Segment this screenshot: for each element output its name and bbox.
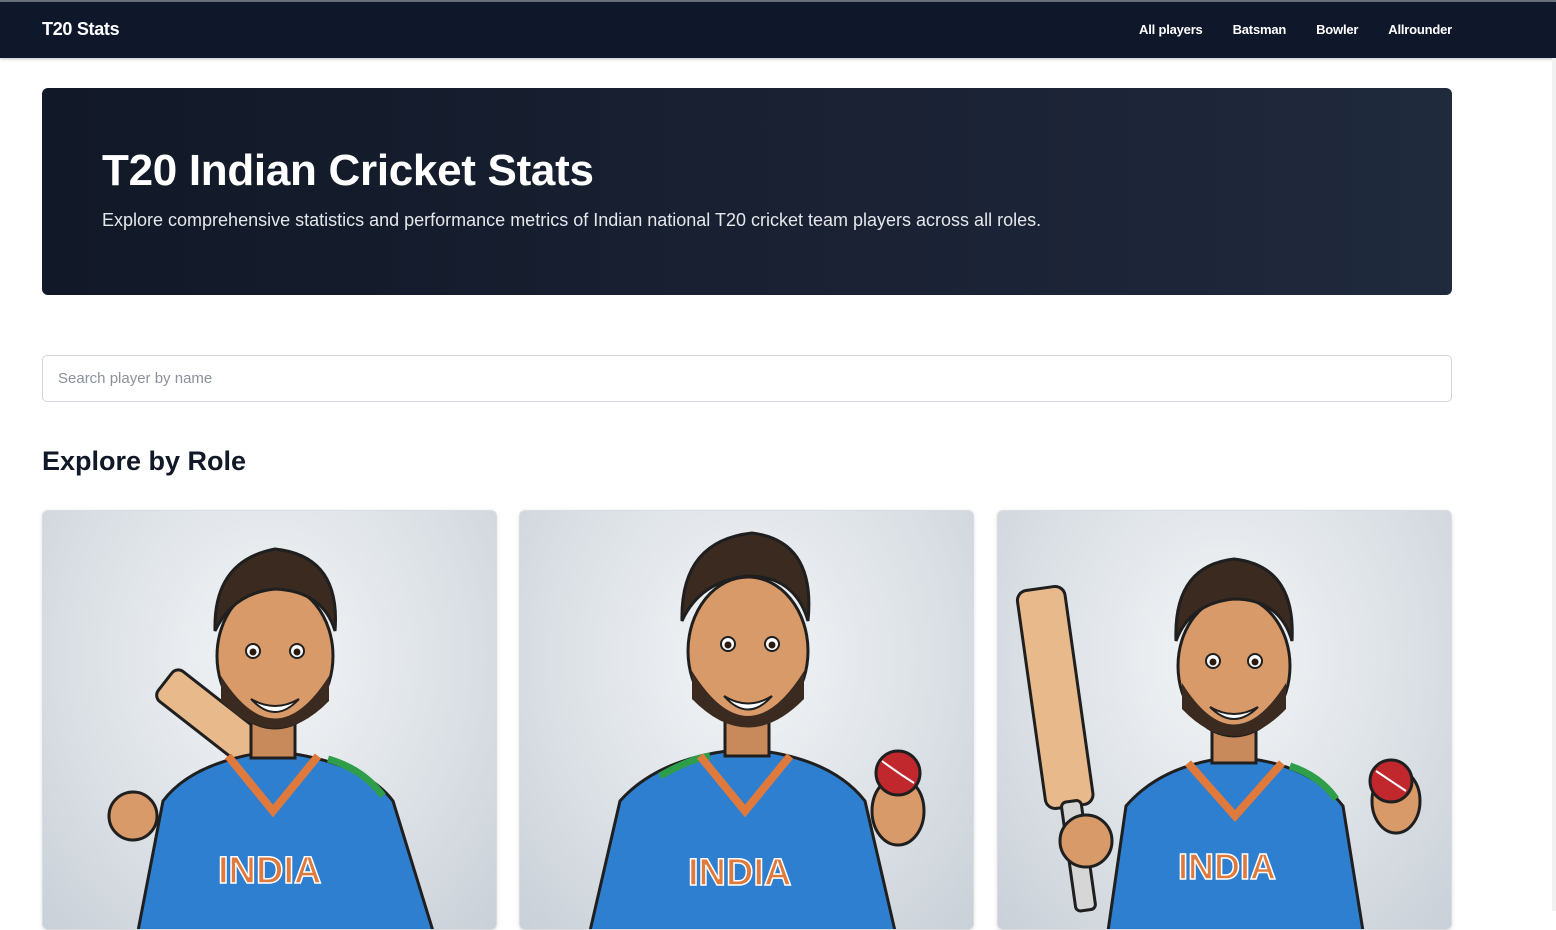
jersey-text: INDIA — [688, 852, 791, 894]
jersey-text: INDIA — [1178, 846, 1276, 887]
allrounder-illustration: INDIA — [1015, 557, 1422, 929]
nav-link-bowler[interactable]: Bowler — [1316, 22, 1358, 37]
search-input[interactable] — [42, 355, 1452, 402]
bowler-illustration: INDIA — [588, 531, 926, 929]
section-title: Explore by Role — [42, 446, 247, 476]
hero-title: T20 Indian Cricket Stats — [102, 146, 594, 195]
nav-link-allrounder[interactable]: Allrounder — [1388, 22, 1452, 37]
hero-subtitle: Explore comprehensive statistics and per… — [102, 210, 1042, 230]
navbar: T20 Stats All players Batsman Bowler All… — [0, 2, 1556, 58]
jersey-text: INDIA — [218, 850, 321, 892]
role-card-batsman[interactable]: INDIA — [42, 510, 497, 930]
nav-links: All players Batsman Bowler Allrounder — [1139, 22, 1452, 37]
hero-banner: T20 Indian Cricket Stats Explore compreh… — [42, 88, 1452, 295]
page-scrollbar[interactable] — [1552, 58, 1556, 911]
nav-link-all-players[interactable]: All players — [1139, 22, 1203, 37]
brand-logo[interactable]: T20 Stats — [42, 19, 120, 40]
batsman-illustration: INDIA — [107, 547, 434, 929]
role-card-allrounder[interactable]: INDIA — [997, 510, 1452, 930]
role-card-bowler[interactable]: INDIA — [519, 510, 974, 930]
nav-link-batsman[interactable]: Batsman — [1233, 22, 1287, 37]
